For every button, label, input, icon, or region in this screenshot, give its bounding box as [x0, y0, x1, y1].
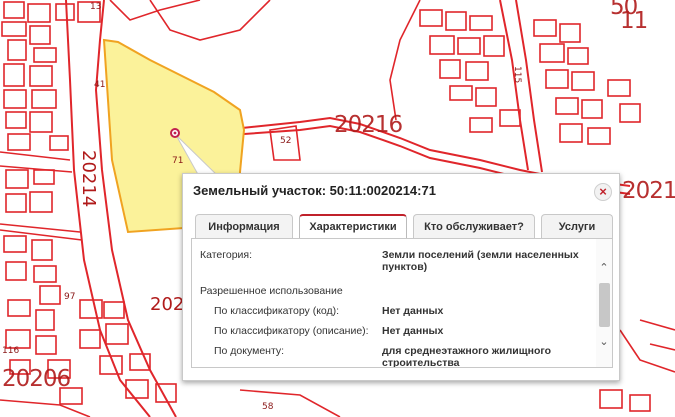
category-value: Земли поселений (земли населенных пункто…: [382, 249, 579, 273]
map-label-71: 71: [172, 156, 184, 166]
map-label-20216: 20216: [334, 112, 403, 138]
category-value-line1: Земли поселений (земли населенных: [382, 249, 579, 261]
map-label-20217: 20217: [622, 178, 675, 204]
permitted-use-header: Разрешенное использование: [200, 285, 343, 297]
panel-scrollbar[interactable]: ⌃ ⌄: [596, 239, 612, 367]
popup-title: Земельный участок: 50:11:0020214:71: [193, 183, 436, 198]
by-code-label: По классификатору (код):: [214, 305, 340, 317]
tab-information[interactable]: Информация: [195, 214, 293, 239]
by-description-label: По классификатору (описание):: [214, 325, 369, 337]
scroll-down-icon[interactable]: ⌄: [596, 335, 612, 349]
map-label-116: 116: [2, 346, 20, 356]
tab-characteristics[interactable]: Характеристики: [299, 214, 407, 241]
close-icon[interactable]: ×: [594, 183, 612, 201]
map-label-58: 58: [262, 402, 274, 412]
map-label-115: 115: [512, 66, 522, 84]
by-document-label: По документу:: [214, 345, 285, 357]
by-description-value: Нет данных: [382, 325, 444, 337]
characteristics-panel[interactable]: Категория: Земли поселений (земли населе…: [191, 238, 613, 368]
tab-who-serves[interactable]: Кто обслуживает?: [413, 214, 535, 239]
category-label: Категория:: [200, 249, 253, 261]
map-label-13: 13: [90, 2, 102, 12]
scroll-thumb[interactable]: [599, 283, 610, 327]
parcel-info-popup: Земельный участок: 50:11:0020214:71 × Ин…: [182, 173, 620, 381]
map-label-41: 41: [94, 80, 106, 90]
by-document-value: для среднеэтажного жилищного строительст…: [382, 345, 552, 368]
by-code-value: Нет данных: [382, 305, 444, 317]
parcel-group-right: [419, 9, 641, 145]
map-label-11: 11: [620, 8, 648, 34]
map-label-97: 97: [64, 292, 76, 302]
tab-services[interactable]: Услуги: [541, 214, 613, 239]
map-label-52: 52: [280, 136, 292, 146]
map-label-20206: 20206: [2, 366, 71, 392]
map-label-20214: 20214: [78, 150, 99, 208]
category-value-line2: пунктов): [382, 261, 428, 273]
scroll-up-icon[interactable]: ⌃: [596, 261, 612, 275]
